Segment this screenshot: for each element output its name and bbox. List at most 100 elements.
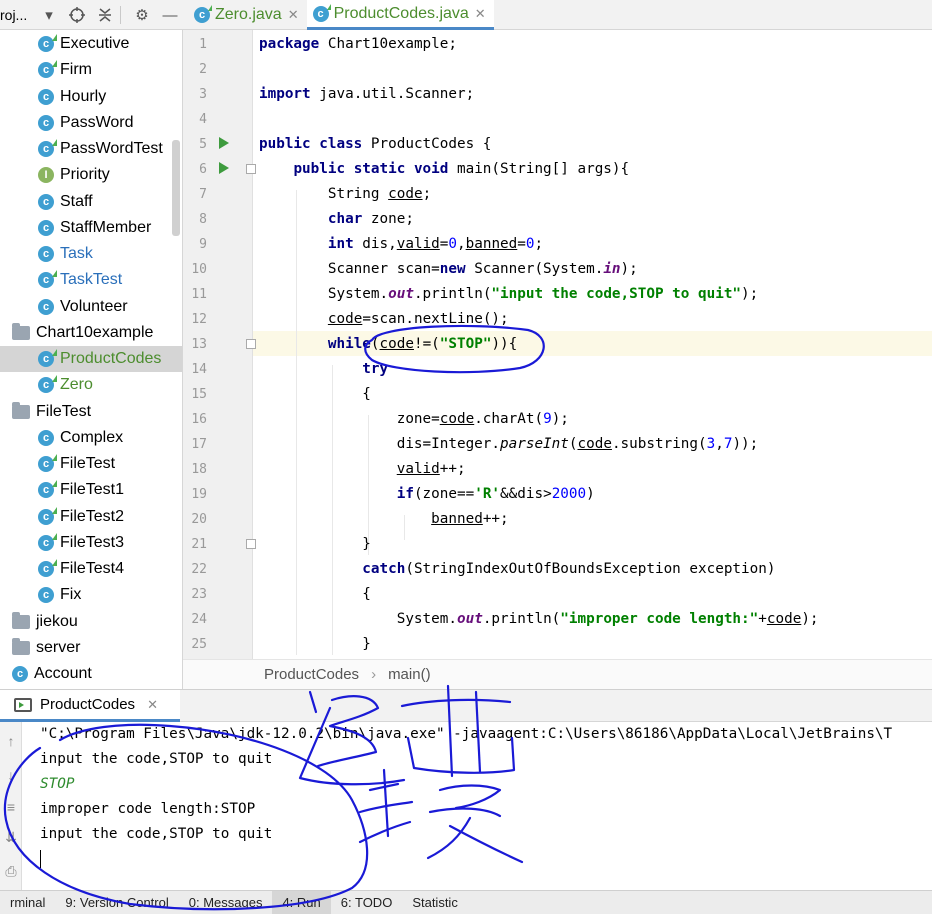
close-icon[interactable]: ✕ <box>475 6 486 22</box>
fold-icon[interactable] <box>246 539 256 549</box>
tree-item-productcodes[interactable]: c ProductCodes <box>0 346 182 372</box>
hide-panel-icon[interactable]: — <box>159 4 181 26</box>
tree-item-label: StaffMember <box>60 219 152 236</box>
class-runnable-icon: c <box>38 60 57 78</box>
code-line-7: String code; <box>259 186 432 202</box>
tab-productcodes-java[interactable]: c ProductCodes.java ✕ <box>306 0 494 30</box>
top-toolbar: roj... ▾ ⚙ — c Zero.java ✕ c ProductCode… <box>0 0 932 30</box>
run-console[interactable]: "C:\Program Files\Java\jdk-12.0.2\bin\ja… <box>22 722 932 890</box>
tool-terminal[interactable]: rminal <box>0 891 55 914</box>
code-line-15: { <box>259 386 371 402</box>
tree-item-task[interactable]: c Task <box>38 241 93 267</box>
breadcrumb-class[interactable]: ProductCodes <box>264 666 359 683</box>
run-class-icon[interactable] <box>219 137 229 149</box>
tool-messages[interactable]: 0: Messages <box>179 891 273 914</box>
code-editor[interactable]: 1 2 3 4 5 6 7 8 9 10 11 12 13 14 15 16 1… <box>183 30 932 659</box>
class-icon: c <box>38 220 54 236</box>
soft-wrap-icon[interactable]: ≡ <box>2 798 20 816</box>
tool-run[interactable]: 4: Run <box>272 891 331 914</box>
tree-item-filetest-package[interactable]: FileTest <box>12 399 91 425</box>
tool-statistic[interactable]: Statistic <box>402 891 468 914</box>
close-icon[interactable]: ✕ <box>288 7 299 23</box>
tree-item-label: FileTest <box>36 403 92 420</box>
run-tab-label: ProductCodes <box>40 696 136 713</box>
tree-item-filetest1[interactable]: c FileTest1 <box>38 477 124 503</box>
tree-item-label: Staff <box>60 193 93 210</box>
code-line-24: System.out.println("improper code length… <box>259 611 819 627</box>
tree-item-volunteer[interactable]: c Volunteer <box>38 294 128 320</box>
tree-item-account[interactable]: c Account <box>12 661 92 687</box>
code-line-13: while(code!=("STOP")){ <box>327 336 518 352</box>
run-side-toolbar: ↑ ↓ ≡ ⇊ ⎙ <box>0 722 22 890</box>
scroll-to-end-icon[interactable]: ⇊ <box>2 828 20 846</box>
project-toolbar: roj... ▾ ⚙ — <box>0 0 183 30</box>
tree-item-filetest3[interactable]: c FileTest3 <box>38 530 124 556</box>
line-number: 7 <box>199 187 207 202</box>
tab-label: Zero.java <box>215 6 282 23</box>
tool-todo[interactable]: 6: TODO <box>331 891 403 914</box>
fold-icon[interactable] <box>246 339 256 349</box>
tree-item-hourly[interactable]: c Hourly <box>38 84 106 110</box>
tree-item-filetest4[interactable]: c FileTest4 <box>38 556 124 582</box>
tree-item-executive[interactable]: c Executive <box>38 31 129 57</box>
tree-item-filetest2[interactable]: c FileTest2 <box>38 504 124 530</box>
tree-item-jiekou[interactable]: jiekou <box>12 609 78 635</box>
run-main-icon[interactable] <box>219 162 229 174</box>
console-line: input the code,STOP to quit <box>40 751 273 767</box>
code-line-19: if(zone=='R'&&dis>2000) <box>396 486 595 502</box>
text-caret <box>40 850 41 868</box>
run-tab-productcodes[interactable]: ProductCodes ✕ <box>0 690 180 722</box>
package-icon <box>12 402 30 419</box>
tree-item-zero[interactable]: c Zero <box>38 372 93 398</box>
line-number: 1 <box>199 37 207 52</box>
tree-item-chart10example[interactable]: Chart10example <box>12 320 153 346</box>
tree-item-server[interactable]: server <box>12 635 80 661</box>
tree-item-firm[interactable]: c Firm <box>38 57 92 83</box>
tree-item-tasktest[interactable]: c TaskTest <box>38 267 122 293</box>
class-runnable-icon: c <box>38 139 57 157</box>
locate-file-icon[interactable] <box>66 4 88 26</box>
tree-item-passwordtest[interactable]: c PassWordTest <box>38 136 163 162</box>
tree-item-label: PassWordTest <box>60 140 163 157</box>
class-icon: c <box>38 89 54 105</box>
tree-item-label: server <box>36 639 81 656</box>
run-panel-header: ProductCodes ✕ <box>0 689 932 722</box>
tree-item-priority[interactable]: I Priority <box>38 162 110 188</box>
class-icon: c <box>12 666 28 682</box>
fold-icon[interactable] <box>246 164 256 174</box>
tree-item-password[interactable]: c PassWord <box>38 110 134 136</box>
tree-item-staffmember[interactable]: c StaffMember <box>38 215 151 241</box>
editor-tabs: c Zero.java ✕ c ProductCodes.java ✕ <box>188 0 494 30</box>
arrow-down-icon[interactable]: ↓ <box>2 766 20 784</box>
tree-item-label: FileTest3 <box>60 534 125 551</box>
code-line-23: { <box>259 586 371 602</box>
class-runnable-icon: c <box>38 533 57 551</box>
chevron-right-icon: › <box>371 666 377 683</box>
tree-item-staff[interactable]: c Staff <box>38 189 93 215</box>
chevron-down-icon[interactable]: ▾ <box>38 4 60 26</box>
code-line-8: char zone; <box>327 211 414 227</box>
tree-item-filetest[interactable]: c FileTest <box>38 451 115 477</box>
tree-item-fix[interactable]: c Fix <box>38 582 81 608</box>
print-icon[interactable]: ⎙ <box>2 862 20 880</box>
code-line-6: public static void main(String[] args){ <box>293 161 630 177</box>
console-line: improper code length:STOP <box>40 801 256 817</box>
class-runnable-icon: c <box>38 507 57 525</box>
class-icon: c <box>38 430 54 446</box>
gear-icon[interactable]: ⚙ <box>131 4 153 26</box>
line-number: 20 <box>191 512 207 527</box>
close-icon[interactable]: ✕ <box>147 697 158 713</box>
code-line-22: catch(StringIndexOutOfBoundsException ex… <box>362 561 776 577</box>
tree-scrollbar[interactable] <box>172 140 180 236</box>
code-line-17: dis=Integer.parseInt(code.substring(3,7)… <box>259 436 759 452</box>
tab-zero-java[interactable]: c Zero.java ✕ <box>188 0 307 30</box>
package-icon <box>12 638 30 655</box>
arrow-up-icon[interactable]: ↑ <box>2 732 20 750</box>
breadcrumb-method[interactable]: main() <box>388 666 431 683</box>
code-line-1: package Chart10example; <box>259 36 457 52</box>
tool-window-bar: rminal 9: Version Control 0: Messages 4:… <box>0 890 932 914</box>
tree-item-complex[interactable]: c Complex <box>38 425 123 451</box>
project-view-selector[interactable]: roj... <box>0 7 32 23</box>
collapse-all-icon[interactable] <box>94 4 116 26</box>
tool-version-control[interactable]: 9: Version Control <box>55 891 178 914</box>
